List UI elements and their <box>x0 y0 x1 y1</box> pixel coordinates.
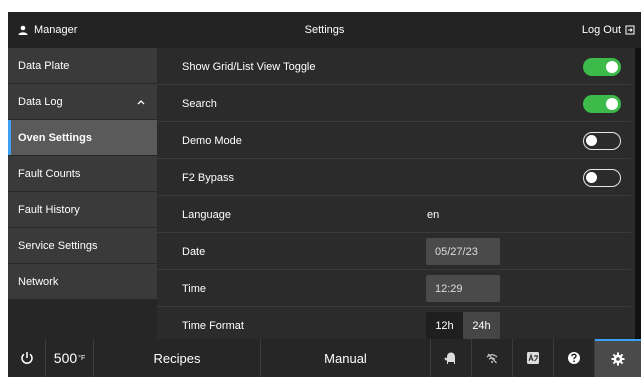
setting-label: Date <box>182 245 206 258</box>
language-icon <box>526 351 540 365</box>
wifi-button[interactable] <box>472 339 513 377</box>
sidebar-item-oven-settings[interactable]: Oven Settings <box>8 120 157 155</box>
date-field[interactable]: 05/27/23 <box>426 238 500 265</box>
oven-mitt-button[interactable] <box>431 339 472 377</box>
temperature-unit: °F <box>78 354 86 362</box>
footer-bar: 500 °F Recipes Manual <box>8 339 641 377</box>
time-format-12h-option[interactable]: 12h <box>426 312 463 339</box>
time-format-selector: 12h 24h <box>426 312 500 339</box>
demo-mode-toggle-switch[interactable] <box>583 132 621 150</box>
power-button[interactable] <box>8 339 46 377</box>
settings-screen: Manager Settings Log Out Data Plate Data… <box>8 12 641 377</box>
scrollbar[interactable] <box>635 48 641 339</box>
page-title: Settings <box>304 24 345 36</box>
sidebar: Data Plate Data Log Oven Settings Fault … <box>8 48 157 339</box>
oven-mitt-icon <box>444 351 458 365</box>
manual-button[interactable]: Manual <box>261 339 431 377</box>
setting-row-search: Search <box>157 85 631 122</box>
chevron-up-icon <box>137 84 145 119</box>
setting-row-date: Date 05/27/23 <box>157 233 631 270</box>
recipes-button[interactable]: Recipes <box>94 339 261 377</box>
toggle-knob <box>606 61 618 73</box>
toggle-knob <box>586 172 597 183</box>
setting-label: Language <box>182 208 231 221</box>
sidebar-item-fault-history[interactable]: Fault History <box>8 192 157 227</box>
grid-toggle-switch[interactable] <box>583 58 621 76</box>
sidebar-item-data-plate[interactable]: Data Plate <box>8 48 157 83</box>
setting-label: F2 Bypass <box>182 171 234 184</box>
help-icon <box>567 351 581 365</box>
settings-button[interactable] <box>595 339 641 377</box>
temperature-display[interactable]: 500 °F <box>46 339 94 377</box>
logout-button[interactable]: Log Out <box>582 12 635 48</box>
time-field[interactable]: 12:29 <box>426 275 500 302</box>
toggle-knob <box>606 98 618 110</box>
sidebar-item-label: Fault History <box>18 203 80 216</box>
setting-label: Show Grid/List View Toggle <box>182 60 316 73</box>
setting-row-time: Time 12:29 <box>157 270 631 307</box>
sidebar-item-label: Data Log <box>18 95 63 108</box>
search-toggle-switch[interactable] <box>583 95 621 113</box>
language-button[interactable] <box>513 339 554 377</box>
wifi-off-icon <box>485 351 499 365</box>
logout-icon <box>625 25 635 35</box>
sidebar-item-fault-counts[interactable]: Fault Counts <box>8 156 157 191</box>
sidebar-item-label: Data Plate <box>18 59 70 72</box>
gear-icon <box>611 352 625 366</box>
sidebar-item-label: Network <box>18 275 59 288</box>
sidebar-item-label: Fault Counts <box>18 167 81 180</box>
settings-list: Show Grid/List View Toggle Search Demo M… <box>157 48 641 344</box>
header-bar: Manager Settings Log Out <box>8 12 641 48</box>
f2-bypass-toggle-switch[interactable] <box>583 169 621 187</box>
setting-row-demo-mode: Demo Mode <box>157 122 631 159</box>
setting-row-language: Language en <box>157 196 631 233</box>
toggle-knob <box>586 135 597 146</box>
logout-label: Log Out <box>581 24 621 36</box>
sidebar-item-service-settings[interactable]: Service Settings <box>8 228 157 263</box>
help-button[interactable] <box>554 339 595 377</box>
setting-label: Demo Mode <box>182 134 242 147</box>
app-frame: Manager Settings Log Out Data Plate Data… <box>0 0 641 377</box>
temperature-value: 500 <box>53 350 78 366</box>
time-format-24h-option[interactable]: 24h <box>463 312 500 339</box>
setting-label: Time <box>182 282 207 295</box>
power-icon <box>20 351 34 365</box>
sidebar-item-network[interactable]: Network <box>8 264 157 299</box>
sidebar-item-label: Oven Settings <box>18 131 92 144</box>
sidebar-item-label: Service Settings <box>18 239 98 252</box>
sidebar-item-data-log[interactable]: Data Log <box>8 84 157 119</box>
setting-row-grid-toggle: Show Grid/List View Toggle <box>157 48 631 85</box>
language-value[interactable]: en <box>427 196 439 233</box>
setting-row-f2-bypass: F2 Bypass <box>157 159 631 196</box>
setting-label: Search <box>182 97 217 110</box>
